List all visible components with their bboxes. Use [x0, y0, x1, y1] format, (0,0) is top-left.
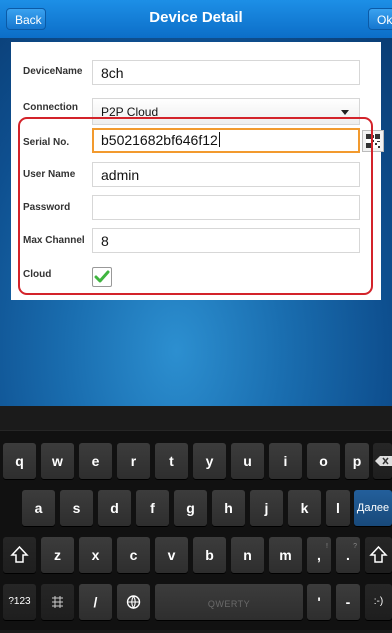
key-j[interactable]: j: [250, 490, 283, 526]
key-u[interactable]: u: [231, 443, 264, 479]
shift-icon: [10, 545, 29, 563]
key-h[interactable]: h: [212, 490, 245, 526]
key-dash[interactable]: -: [336, 584, 360, 620]
space-key[interactable]: QWERTY: [155, 584, 303, 620]
key-s[interactable]: s: [60, 490, 93, 526]
symbols-key[interactable]: ?123: [3, 584, 36, 620]
shift-key-right[interactable]: [365, 537, 392, 573]
shift-icon: [369, 545, 388, 563]
highlight-outline: [18, 117, 373, 295]
key-k[interactable]: k: [288, 490, 321, 526]
page-title: Device Detail: [149, 9, 243, 26]
language-key[interactable]: [117, 584, 150, 620]
key-apostrophe[interactable]: ': [307, 584, 331, 620]
keyboard-suggestion-strip: [0, 406, 392, 431]
key-g[interactable]: g: [174, 490, 207, 526]
key-e[interactable]: e: [79, 443, 112, 479]
smiley-key[interactable]: :-): [365, 584, 392, 620]
key-y[interactable]: y: [193, 443, 226, 479]
key-f[interactable]: f: [136, 490, 169, 526]
period-hint: ?: [353, 543, 357, 550]
key-w[interactable]: w: [41, 443, 74, 479]
shift-key-left[interactable]: [3, 537, 36, 573]
keyboard-settings-icon: [52, 596, 63, 608]
comma-label: ,: [317, 547, 321, 563]
enter-key[interactable]: Далее: [354, 490, 392, 526]
key-a[interactable]: a: [22, 490, 55, 526]
key-d[interactable]: d: [98, 490, 131, 526]
key-n[interactable]: n: [231, 537, 264, 573]
key-m[interactable]: m: [269, 537, 302, 573]
key-l[interactable]: l: [326, 490, 350, 526]
space-key-label: QWERTY: [207, 599, 251, 609]
key-o[interactable]: o: [307, 443, 340, 479]
soft-keyboard: q w e r t y u i o p a s d f g h j k l Да…: [0, 406, 392, 630]
key-v[interactable]: v: [155, 537, 188, 573]
key-i[interactable]: i: [269, 443, 302, 479]
key-p[interactable]: p: [345, 443, 369, 479]
period-label: .: [346, 547, 350, 563]
key-t[interactable]: t: [155, 443, 188, 479]
backspace-icon: [375, 456, 392, 466]
key-q[interactable]: q: [3, 443, 36, 479]
ok-button[interactable]: Ok: [368, 8, 392, 30]
key-z[interactable]: z: [41, 537, 74, 573]
key-b[interactable]: b: [193, 537, 226, 573]
key-x[interactable]: x: [79, 537, 112, 573]
device-name-input[interactable]: 8ch: [92, 60, 360, 85]
connection-label: Connection: [23, 102, 78, 113]
backspace-key[interactable]: [373, 443, 392, 479]
settings-key[interactable]: [41, 584, 74, 620]
device-name-label: DeviceName: [23, 66, 83, 77]
main-area: DeviceName 8ch Connection P2P Cloud Seri…: [0, 38, 392, 406]
key-c[interactable]: c: [117, 537, 150, 573]
key-period[interactable]: .?: [336, 537, 360, 573]
globe-icon: [126, 595, 141, 610]
dropdown-arrow-icon: [341, 110, 349, 115]
key-comma[interactable]: ,!: [307, 537, 331, 573]
key-r[interactable]: r: [117, 443, 150, 479]
comma-hint: !: [326, 543, 328, 550]
nav-bar: Back Device Detail Ok: [0, 0, 392, 39]
key-slash[interactable]: /: [79, 584, 112, 620]
